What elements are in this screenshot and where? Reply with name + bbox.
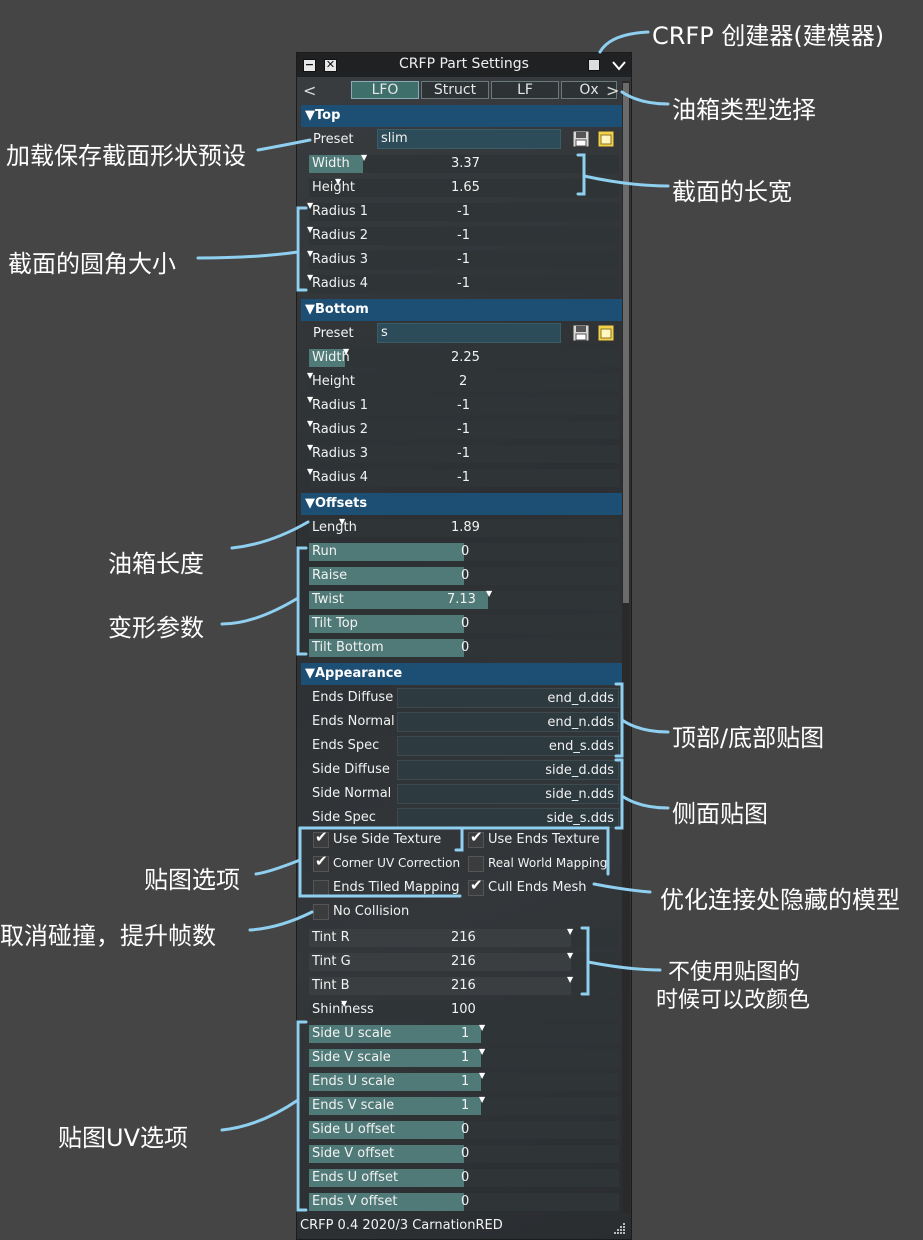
annotation-radius: 截面的圆角大小 <box>8 250 176 278</box>
annotation-dims: 截面的长宽 <box>672 178 792 206</box>
annotation-tint-2: 时候可以改颜色 <box>656 988 811 1013</box>
annotation-tex-opts: 贴图选项 <box>144 866 240 894</box>
annotation-ends-tex: 顶部/底部贴图 <box>672 724 825 752</box>
annotation-cull: 优化连接处隐藏的模型 <box>660 886 900 914</box>
annotation-uv: 贴图UV选项 <box>58 1124 188 1152</box>
annotation-preset: 加载保存截面形状预设 <box>6 142 246 170</box>
annotation-deform: 变形参数 <box>108 614 204 642</box>
annotation-side-tex: 侧面贴图 <box>672 800 768 828</box>
annotation-length: 油箱长度 <box>108 550 204 578</box>
annotation-collision: 取消碰撞，提升帧数 <box>0 922 216 950</box>
annotation-tank-type: 油箱类型选择 <box>672 96 816 124</box>
annotation-creator: CRFP 创建器(建模器) <box>652 22 885 50</box>
